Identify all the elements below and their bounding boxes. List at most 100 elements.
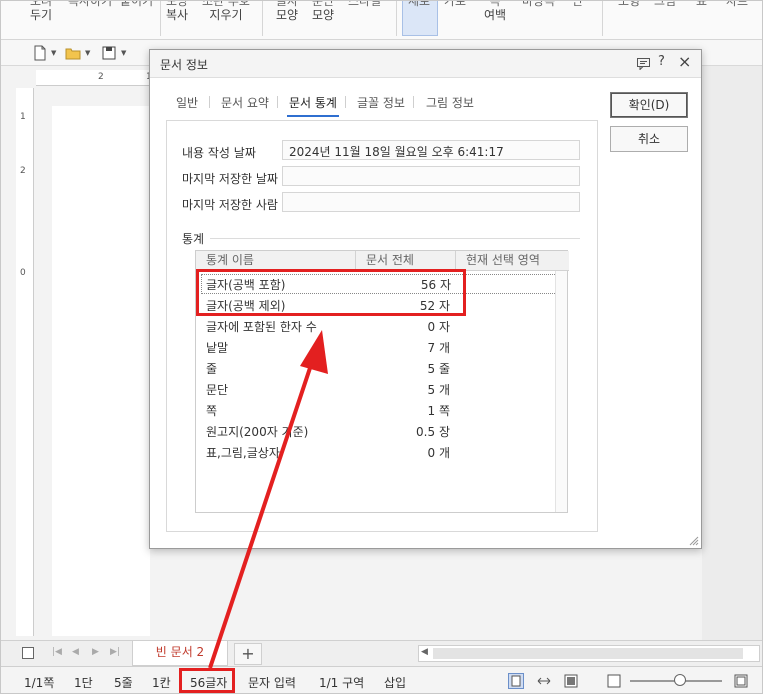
save-icon[interactable] xyxy=(101,45,117,61)
ribbon-horizontal-label: 가로 xyxy=(444,0,467,8)
ribbon-paste[interactable]: 붙이기 xyxy=(120,0,153,8)
cancel-button[interactable]: 취소 xyxy=(610,126,688,152)
ribbon-columns[interactable]: 단 xyxy=(572,0,583,8)
ribbon-para-shape[interactable]: 문단 모양 xyxy=(312,0,334,22)
status-line[interactable]: 5줄 xyxy=(114,674,133,691)
stat-total: 0 자 xyxy=(427,320,451,334)
list-item[interactable]: 표,그림,글상자 0 개 xyxy=(196,442,556,462)
tab-picture-info[interactable]: 그림 정보 xyxy=(426,94,474,111)
dialog-title: 문서 정보 xyxy=(160,58,208,72)
tab-statistics[interactable]: 문서 통계 xyxy=(287,94,339,117)
stat-name: 줄 xyxy=(206,362,218,376)
tab-summary[interactable]: 문서 요약 xyxy=(221,94,269,111)
tab-divider xyxy=(345,96,346,108)
tab-font-info[interactable]: 글꼴 정보 xyxy=(357,94,405,111)
stat-total: 5 개 xyxy=(427,383,451,397)
list-item[interactable]: 줄 5 줄 xyxy=(196,358,556,378)
next-tab-icon[interactable]: ▶ xyxy=(92,647,99,657)
list-item[interactable]: 낱말 7 개 xyxy=(196,337,556,357)
ruler-number: 2 xyxy=(20,166,26,176)
tab-divider xyxy=(413,96,414,108)
status-col[interactable]: 1칸 xyxy=(152,674,171,691)
status-page[interactable]: 1/1쪽 xyxy=(24,674,54,691)
zoom-in-icon[interactable] xyxy=(734,674,748,688)
view-page-icon[interactable] xyxy=(564,674,578,688)
ribbon-divider xyxy=(262,0,263,36)
scroll-thumb[interactable] xyxy=(433,648,743,659)
ribbon-chart[interactable]: 차트 xyxy=(726,0,748,8)
status-input-mode[interactable]: 문자 입력 xyxy=(248,674,296,691)
ribbon-shape[interactable]: 도형 xyxy=(618,0,640,8)
doc-tab[interactable]: 빈 문서 2 xyxy=(132,641,228,666)
add-tab-button[interactable]: + xyxy=(234,643,262,665)
column-header-total[interactable]: 문서 전체 xyxy=(356,251,456,271)
status-section[interactable]: 1/1 구역 xyxy=(319,674,364,691)
zoom-slider-handle[interactable] xyxy=(674,674,686,686)
dialog-titlebar[interactable]: 문서 정보 ? × xyxy=(150,50,701,78)
ribbon-master-page-label: 바탕쪽 xyxy=(522,0,556,8)
view-fit-icon[interactable] xyxy=(537,674,551,688)
stat-total: 5 줄 xyxy=(427,362,451,376)
ribbon-vertical[interactable]: 세로 xyxy=(408,0,430,8)
last-saved-date-field xyxy=(282,166,580,186)
scroll-left-icon[interactable]: ◀ xyxy=(421,647,428,657)
ruler-number: 1 xyxy=(20,112,26,122)
stat-name: 낱말 xyxy=(206,341,229,355)
view-normal-icon[interactable] xyxy=(508,673,524,689)
last-tab-icon[interactable]: ▶| xyxy=(110,647,120,657)
help-icon[interactable]: ? xyxy=(658,54,665,69)
ribbon-copy[interactable]: 복사하기 xyxy=(68,0,112,8)
ribbon-format-copy[interactable]: 모양 복사 xyxy=(166,0,188,22)
status-column[interactable]: 1단 xyxy=(74,674,93,691)
ribbon-para-shape-line1: 문단 xyxy=(312,0,335,8)
ribbon-master-page[interactable]: 바탕쪽 xyxy=(522,0,555,8)
ruler-number: 2 xyxy=(98,72,104,82)
ribbon-cut[interactable]: 오려 두기 xyxy=(30,0,52,22)
list-item[interactable]: 문단 5 개 xyxy=(196,379,556,399)
column-header-selection[interactable]: 현재 선택 영역 xyxy=(456,251,569,271)
new-document-caret-icon[interactable]: ▼ xyxy=(51,49,56,57)
ribbon-divider xyxy=(396,0,397,36)
list-item[interactable]: 글자에 포함된 한자 수 0 자 xyxy=(196,316,556,336)
tab-general[interactable]: 일반 xyxy=(176,94,198,111)
status-insert-mode[interactable]: 삽입 xyxy=(384,674,406,691)
ribbon-clear-marks[interactable]: 조판 부호 지우기 xyxy=(202,0,250,22)
ribbon-shape-label: 도형 xyxy=(618,0,641,8)
sheet-list-icon[interactable] xyxy=(22,647,34,659)
list-scrollbar[interactable] xyxy=(555,271,567,512)
ribbon-picture-label: 그림 xyxy=(654,0,677,8)
ribbon-paste-label: 붙이기 xyxy=(120,0,154,8)
ribbon-char-shape[interactable]: 글자 모양 xyxy=(276,0,298,22)
document-page[interactable] xyxy=(52,106,150,636)
document-tabbar: |◀ ◀ ▶ ▶| 빈 문서 2 + ◀ xyxy=(0,640,763,666)
first-tab-icon[interactable]: |◀ xyxy=(52,647,62,657)
last-saved-by-label: 마지막 저장한 사람 xyxy=(182,198,278,212)
ribbon-char-shape-line1: 글자 xyxy=(276,0,299,8)
ribbon-page-margin[interactable]: 쪽 여백 xyxy=(484,0,506,22)
list-item[interactable]: 원고지(200자 기준) 0.5 장 xyxy=(196,421,556,441)
statistics-group-title: 통계 xyxy=(182,232,205,246)
created-date-label: 내용 작성 날짜 xyxy=(182,146,256,160)
save-caret-icon[interactable]: ▼ xyxy=(121,49,126,57)
ribbon-char-shape-line2: 모양 xyxy=(276,8,299,22)
last-saved-date-label: 마지막 저장한 날짜 xyxy=(182,172,278,186)
comment-icon[interactable] xyxy=(637,58,650,70)
stat-total: 0 개 xyxy=(427,446,451,460)
ribbon-horizontal[interactable]: 가로 xyxy=(444,0,466,8)
open-folder-icon[interactable] xyxy=(65,45,81,61)
ok-button[interactable]: 확인(D) xyxy=(610,92,688,118)
new-document-icon[interactable] xyxy=(32,45,48,61)
horizontal-scrollbar[interactable]: ◀ xyxy=(418,645,760,662)
open-caret-icon[interactable]: ▼ xyxy=(85,49,90,57)
ribbon-picture[interactable]: 그림 xyxy=(654,0,676,8)
close-icon[interactable]: × xyxy=(678,52,691,71)
stat-total: 0.5 장 xyxy=(416,425,450,439)
prev-tab-icon[interactable]: ◀ xyxy=(72,647,79,657)
column-header-name[interactable]: 통계 이름 xyxy=(196,251,356,271)
resize-grip-icon[interactable] xyxy=(689,536,699,546)
zoom-out-icon[interactable] xyxy=(607,674,621,688)
ribbon-cut-line2: 두기 xyxy=(30,8,53,22)
ribbon-table[interactable]: 표 xyxy=(696,0,707,8)
list-item[interactable]: 쪽 1 쪽 xyxy=(196,400,556,420)
ribbon-style[interactable]: 스타일 xyxy=(348,0,381,8)
